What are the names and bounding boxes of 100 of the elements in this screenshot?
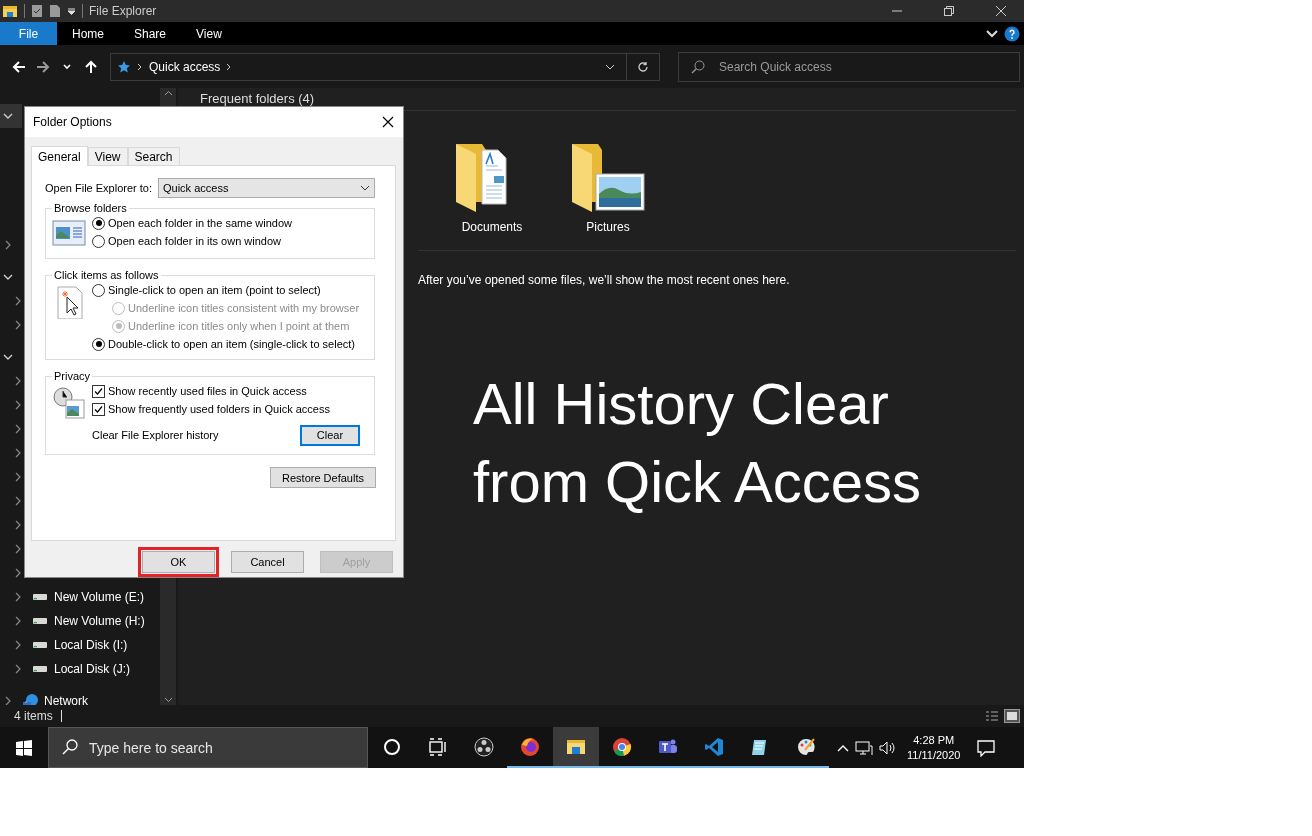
task-view-icon [428, 736, 448, 757]
collapsed-chevron-icon[interactable] [13, 424, 23, 434]
option-label[interactable]: Show frequently used folders in Quick access [108, 403, 330, 415]
restore-icon[interactable] [944, 6, 954, 16]
volume-icon[interactable] [879, 739, 897, 756]
collapsed-chevron-icon[interactable] [13, 568, 23, 578]
clear-button[interactable]: Clear [300, 424, 360, 446]
nav-item[interactable]: New Volume (E:) [54, 590, 145, 604]
large-icons-view-icon[interactable] [1004, 709, 1020, 723]
folder-name[interactable]: Pictures [586, 220, 630, 234]
taskbar-search-field[interactable]: Type here to search [48, 727, 368, 768]
collapsed-chevron-icon[interactable] [13, 616, 23, 626]
file-menu-button[interactable]: File [0, 22, 57, 45]
notifications-icon[interactable] [977, 738, 996, 757]
collapsed-chevron-icon[interactable] [13, 592, 23, 602]
dialog-tab[interactable]: General [31, 146, 88, 166]
collapsed-chevron-icon[interactable] [13, 296, 23, 306]
dialog-tab[interactable]: Search [127, 147, 180, 165]
collapsed-chevron-icon[interactable] [13, 448, 23, 458]
collapsed-chevron-icon[interactable] [13, 544, 23, 554]
taskbar-button[interactable] [553, 727, 599, 768]
up-arrow-icon[interactable] [84, 59, 98, 74]
chevron-right-icon[interactable] [226, 62, 233, 71]
star-icon [117, 59, 131, 74]
ribbon-tab[interactable]: Home [57, 22, 119, 45]
breadcrumb[interactable]: Quick access [149, 59, 221, 74]
forward-arrow-icon[interactable] [36, 59, 50, 74]
clock-picture-icon [52, 386, 86, 420]
expand-ribbon-icon[interactable] [986, 29, 998, 38]
radio-button[interactable] [92, 216, 105, 230]
address-bar[interactable]: Quick access [110, 52, 660, 81]
refresh-icon[interactable] [637, 60, 649, 73]
overlay-caption: from Qick Access [473, 448, 922, 516]
overlay-caption: All History Clear [473, 370, 890, 438]
search-field[interactable]: Search Quick access [678, 51, 1020, 82]
collapsed-chevron-icon[interactable] [13, 520, 23, 530]
properties-icon[interactable] [31, 4, 43, 18]
open-to-dropdown[interactable]: Quick access [158, 178, 375, 198]
ribbon-tab[interactable]: Share [119, 22, 182, 45]
browser-circle-icon [612, 736, 632, 757]
radio-button[interactable] [92, 234, 105, 248]
option-label[interactable]: Open each folder in its own window [108, 235, 282, 247]
dropdown-icon[interactable] [605, 63, 615, 70]
checkbox[interactable] [92, 402, 105, 416]
folder-name[interactable]: Documents [461, 220, 523, 234]
clock-date[interactable]: 11/11/2020 [907, 747, 961, 763]
clear-history-label: Clear File Explorer history [92, 429, 220, 441]
nav-item[interactable]: Local Disk (J:) [54, 662, 130, 676]
collapsed-chevron-icon[interactable] [3, 240, 13, 250]
collapsed-chevron-icon[interactable] [13, 496, 23, 506]
dialog-tab[interactable]: View [87, 147, 128, 165]
collapsed-chevron-icon[interactable] [13, 472, 23, 482]
group-title: Privacy [53, 370, 92, 382]
details-view-icon[interactable] [984, 709, 1000, 723]
dropdown-chevron-icon [360, 185, 370, 191]
network-icon [22, 693, 38, 705]
expanded-chevron-icon[interactable] [3, 352, 13, 362]
nav-item[interactable]: Local Disk (I:) [54, 638, 128, 652]
expanded-chevron-icon[interactable] [3, 111, 13, 121]
expanded-chevron-icon[interactable] [3, 272, 13, 282]
item-count: 4 items [14, 709, 53, 723]
search-icon [691, 59, 705, 74]
help-icon[interactable] [1004, 25, 1020, 42]
show-hidden-icons-icon[interactable] [837, 743, 849, 752]
ribbon-tab[interactable]: View [181, 22, 237, 45]
folder-icon [2, 4, 18, 18]
customize-icon[interactable] [67, 6, 76, 16]
scroll-down-icon[interactable] [163, 697, 173, 703]
option-label[interactable]: Double-click to open an item (single-click to select) [108, 338, 355, 350]
network-icon[interactable] [855, 739, 873, 756]
option-label[interactable]: Single-click to open an item (point to select) [108, 284, 321, 296]
dialog-button[interactable]: Cancel [231, 551, 304, 573]
chevron-right-icon[interactable] [137, 62, 143, 71]
start-icon[interactable] [16, 739, 32, 756]
radio-button[interactable] [92, 337, 105, 351]
close-icon[interactable] [382, 116, 394, 128]
nav-item[interactable]: Network [44, 694, 88, 705]
radio-button[interactable] [92, 283, 105, 297]
option-label: Underline icon titles only when I point at them [128, 320, 350, 332]
paint-palette-icon [796, 736, 816, 757]
scroll-up-icon[interactable] [163, 90, 173, 96]
dialog-button[interactable]: OK [142, 551, 215, 573]
empty-recent-message: After you’ve opened some files, we’ll show the most recent ones here. [418, 273, 791, 287]
nav-item[interactable]: New Volume (H:) [54, 614, 145, 628]
collapsed-chevron-icon[interactable] [13, 376, 23, 386]
collapsed-chevron-icon[interactable] [13, 664, 23, 674]
collapsed-chevron-icon[interactable] [13, 320, 23, 330]
checkbox[interactable] [92, 384, 105, 398]
collapsed-chevron-icon[interactable] [13, 400, 23, 410]
option-label[interactable]: Show recently used files in Quick access [108, 385, 307, 397]
restore-defaults-button[interactable]: Restore Defaults [270, 467, 376, 488]
group-title: Browse folders [53, 202, 128, 214]
option-label[interactable]: Open each folder in the same window [108, 217, 293, 229]
browser-fox-icon [520, 736, 540, 757]
option-label: Underline icon titles consistent with my browser [128, 302, 360, 314]
back-arrow-icon[interactable] [12, 59, 26, 74]
collapsed-chevron-icon[interactable] [13, 640, 23, 650]
new-folder-icon[interactable] [49, 4, 61, 18]
window-title: File Explorer [89, 4, 157, 18]
clock-time[interactable]: 4:28 PM [913, 732, 955, 748]
